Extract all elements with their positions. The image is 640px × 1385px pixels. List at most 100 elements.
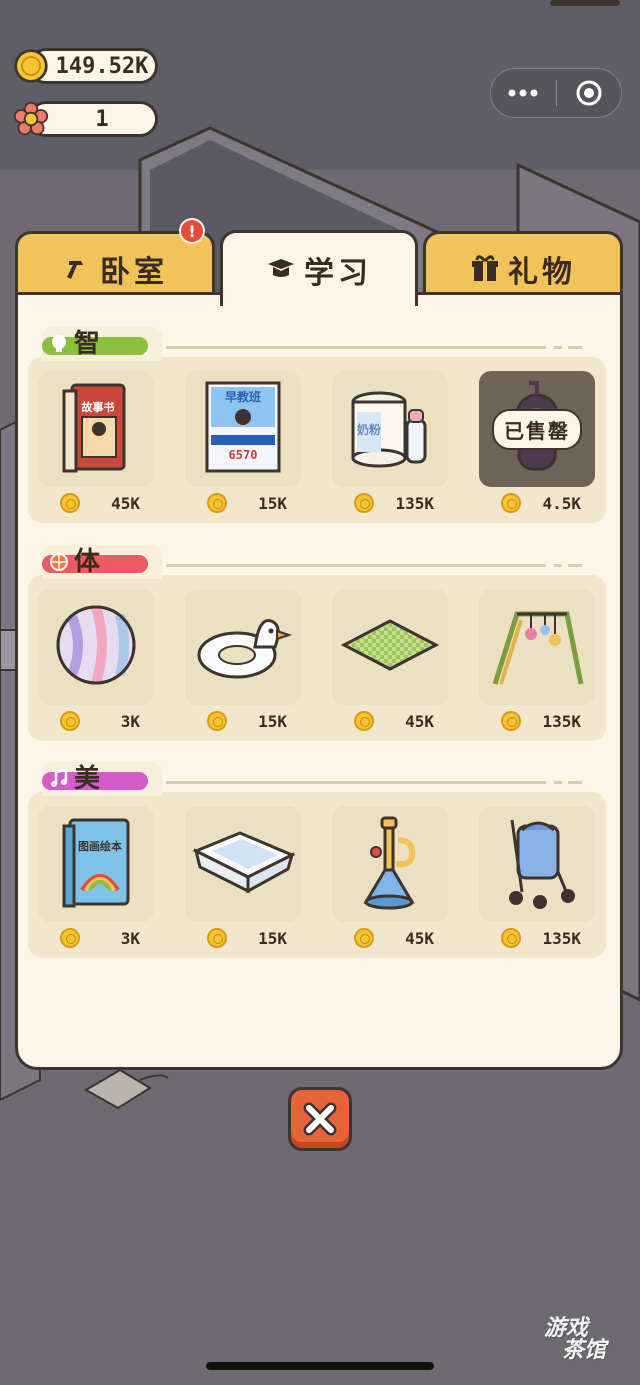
close-button[interactable] xyxy=(288,1087,352,1151)
item-art-text: 故事书 xyxy=(82,400,115,414)
shop-item-teletubby-toy: 已售罄 xyxy=(479,371,595,487)
section-divider xyxy=(166,781,546,784)
watermark-line2: 茶馆 xyxy=(562,1338,607,1363)
shop-item-early-education-poster[interactable]: 早教班 6570 xyxy=(185,371,301,487)
section-title: 美 xyxy=(74,763,101,794)
shop-panel: 智故事书 45K 早教班 6570 15K 奶粉 135K 已售罄 4.5K 体 3K 15K 45K 1… xyxy=(15,292,623,1070)
price-value: 135K xyxy=(395,493,434,513)
item-price: 45K xyxy=(332,709,452,733)
target-close-icon xyxy=(576,80,602,106)
tab-study-label: 学习 xyxy=(304,255,372,291)
section-0: 智故事书 45K 早教班 6570 15K 奶粉 135K 已售罄 4.5K xyxy=(28,327,606,523)
exit-program-button[interactable] xyxy=(557,69,622,117)
flower-value: 1 xyxy=(95,106,109,132)
flower-icon xyxy=(13,101,49,136)
tab-bedroom-label: 卧室 xyxy=(100,254,168,290)
item-art-text: 6570 xyxy=(229,448,258,462)
hammer-icon xyxy=(62,254,92,284)
coin-icon xyxy=(207,711,227,731)
coin-icon xyxy=(354,711,374,731)
shop-item-baby-play-gym[interactable] xyxy=(479,589,595,705)
more-dots-icon xyxy=(508,89,538,97)
coin-value: 149.52K xyxy=(55,53,149,79)
shop-item-baby-stroller[interactable] xyxy=(479,806,595,922)
section-title-bar: 体 xyxy=(42,547,148,577)
section-2: 美图画绘本 3K 15K 45K 135K xyxy=(28,762,606,958)
picture-book-image: 图画绘本 xyxy=(56,812,136,916)
home-indicator xyxy=(206,1362,434,1370)
flower-balance: 1 xyxy=(13,101,158,137)
play-mat-image xyxy=(340,615,440,679)
price-value: 135K xyxy=(542,711,581,731)
item-price: 4.5K xyxy=(479,491,599,515)
shop-item-trumpet-toy[interactable] xyxy=(332,806,448,922)
sold-out-label: 已售罄 xyxy=(492,408,582,450)
duck-swim-ring-image xyxy=(193,603,293,691)
item-price: 3K xyxy=(38,709,158,733)
tab-study[interactable]: 学习 xyxy=(220,230,418,306)
price-value: 3K xyxy=(120,711,140,731)
item-price: 15K xyxy=(185,926,305,950)
shop-item-play-mat[interactable] xyxy=(332,589,448,705)
shop-item-milk-powder[interactable]: 奶粉 xyxy=(332,371,448,487)
section-divider xyxy=(568,564,582,567)
section-divider xyxy=(554,346,562,349)
trumpet-toy-image xyxy=(360,812,420,916)
mini-program-capsule xyxy=(490,68,622,118)
item-price: 45K xyxy=(332,926,452,950)
price-value: 3K xyxy=(120,928,140,948)
lightbulb-icon xyxy=(48,333,70,355)
graduation-cap-icon xyxy=(266,255,296,285)
price-value: 45K xyxy=(405,928,434,948)
watermark-logo: 游戏 茶馆 xyxy=(520,1318,630,1366)
section-1: 体 3K 15K 45K 135K xyxy=(28,545,606,741)
baby-play-gym-image xyxy=(487,600,587,694)
watermark-line1: 游戏 xyxy=(544,1316,589,1341)
coin-icon xyxy=(354,928,374,948)
section-divider xyxy=(554,781,562,784)
item-price: 45K xyxy=(38,491,158,515)
coin-icon xyxy=(60,711,80,731)
section-divider xyxy=(166,564,546,567)
coin-icon xyxy=(501,711,521,731)
section-divider xyxy=(166,346,546,349)
coin-icon xyxy=(354,493,374,513)
coin-balance: 149.52K xyxy=(14,48,158,84)
tab-gift-label: 礼物 xyxy=(508,254,576,290)
item-price: 15K xyxy=(185,709,305,733)
early-education-poster-image: 早教班 6570 xyxy=(203,379,283,479)
price-value: 15K xyxy=(258,493,287,513)
music-note-icon xyxy=(48,768,70,790)
price-value: 15K xyxy=(258,928,287,948)
section-title: 智 xyxy=(74,328,101,359)
coin-icon xyxy=(60,928,80,948)
section-divider xyxy=(568,346,582,349)
close-icon xyxy=(303,1102,337,1136)
item-art-text: 早教班 xyxy=(225,389,261,404)
section-title-bar: 美 xyxy=(42,764,148,794)
coin-icon xyxy=(14,49,48,83)
more-options-button[interactable] xyxy=(491,69,556,117)
item-art-text: 图画绘本 xyxy=(78,839,122,853)
shop-item-duck-swim-ring[interactable] xyxy=(185,589,301,705)
baby-stroller-image xyxy=(492,812,582,916)
shop-item-picture-book[interactable]: 图画绘本 xyxy=(38,806,154,922)
section-title: 体 xyxy=(74,546,101,577)
section-divider xyxy=(554,564,562,567)
story-book-image: 故事书 xyxy=(56,377,136,481)
coin-icon xyxy=(60,493,80,513)
shop-item-story-book[interactable]: 故事书 xyxy=(38,371,154,487)
price-value: 4.5K xyxy=(542,493,581,513)
sold-out-overlay: 已售罄 xyxy=(479,371,595,487)
alert-badge: ! xyxy=(179,218,205,244)
price-value: 135K xyxy=(542,928,581,948)
basketball-icon xyxy=(48,551,70,573)
item-price: 135K xyxy=(332,491,452,515)
shop-item-beach-ball[interactable] xyxy=(38,589,154,705)
coin-icon xyxy=(207,493,227,513)
coin-icon xyxy=(501,928,521,948)
item-price: 135K xyxy=(479,926,599,950)
item-price: 3K xyxy=(38,926,158,950)
shop-item-baby-bathtub[interactable] xyxy=(185,806,301,922)
item-price: 135K xyxy=(479,709,599,733)
